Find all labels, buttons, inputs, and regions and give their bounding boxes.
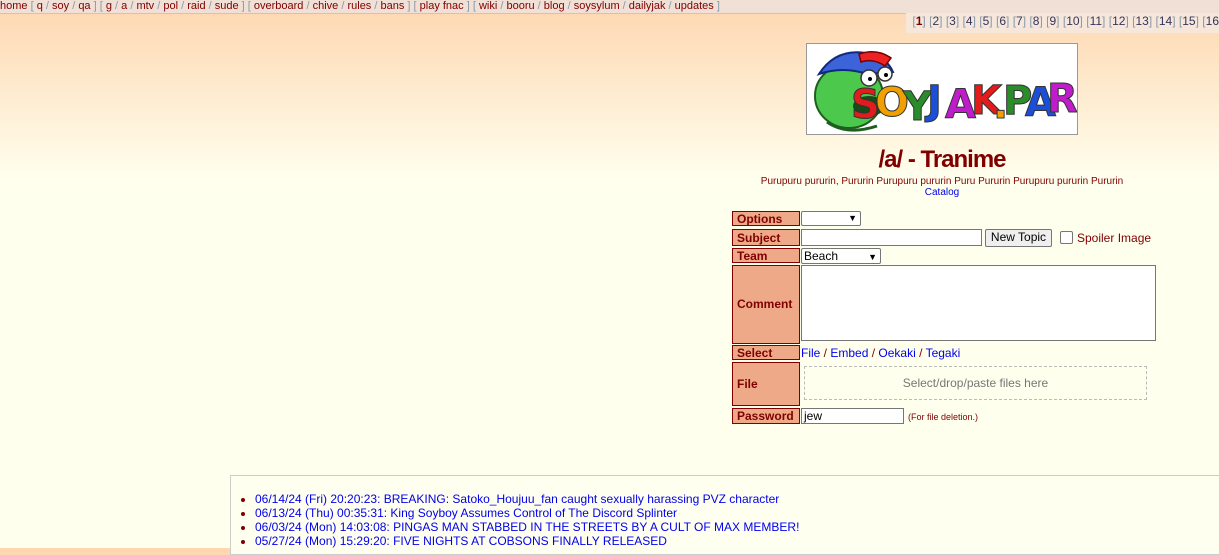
- chevron-down-icon: ▼: [848, 213, 857, 223]
- boardlist-link-soy[interactable]: soy: [52, 0, 69, 12]
- subject-label: Subject: [732, 229, 800, 246]
- embed-mode-link[interactable]: Embed: [830, 346, 868, 360]
- page-link[interactable]: 14: [1159, 14, 1172, 28]
- select-links: File / Embed / Oekaki / Tegaki: [801, 346, 961, 360]
- boardlist-link-booru[interactable]: booru: [506, 0, 534, 12]
- page-link[interactable]: 12: [1112, 14, 1125, 28]
- comment-label: Comment: [732, 265, 800, 344]
- news-link[interactable]: 05/27/24 (Mon) 15:29:20: FIVE NIGHTS AT …: [255, 534, 667, 548]
- news-link[interactable]: 06/13/24 (Thu) 00:35:31: King Soyboy Ass…: [255, 506, 677, 520]
- page-link[interactable]: 3: [949, 14, 956, 28]
- boardlist-link-overboard[interactable]: overboard: [254, 0, 304, 12]
- boardlist-link-updates[interactable]: updates: [675, 0, 714, 12]
- soyjak-party-logo: S O Y J A K . P A R: [814, 51, 1077, 132]
- board-subtitle: Purupuru pururin, Pururin Purupuru purur…: [760, 176, 1124, 187]
- spoiler-label: Spoiler Image: [1077, 231, 1152, 245]
- boardlist-link-pol[interactable]: pol: [163, 0, 178, 12]
- boardlist-link-sude[interactable]: sude: [215, 0, 239, 12]
- oekaki-mode-link[interactable]: Oekaki: [878, 346, 915, 360]
- boardlist-link-dailyjak[interactable]: dailyjak: [629, 0, 666, 12]
- page-link[interactable]: 11: [1090, 14, 1102, 28]
- file-label: File: [732, 362, 800, 406]
- password-input[interactable]: jew: [801, 408, 904, 424]
- boardlist-link-raid[interactable]: raid: [187, 0, 205, 12]
- options-label: Options: [732, 211, 800, 226]
- page-link[interactable]: 15: [1182, 14, 1195, 28]
- news-item: 05/27/24 (Mon) 15:29:20: FIVE NIGHTS AT …: [255, 534, 799, 548]
- boardlist: home [ q / soy / qa ] [ g / a / mtv / po…: [0, 0, 1219, 14]
- spoiler-checkbox[interactable]: [1060, 231, 1073, 244]
- team-label: Team: [732, 248, 800, 263]
- news-link[interactable]: 06/03/24 (Mon) 14:03:08: PINGAS MAN STAB…: [255, 520, 799, 534]
- boardlist-link-blog[interactable]: blog: [544, 0, 565, 12]
- team-select[interactable]: Beach ▼: [801, 248, 881, 264]
- news-item: 06/13/24 (Thu) 00:35:31: King Soyboy Ass…: [255, 506, 799, 520]
- comment-textarea[interactable]: [801, 265, 1156, 341]
- banner-letter: J: [924, 78, 942, 124]
- file-dropzone[interactable]: Select/drop/paste files here: [804, 366, 1147, 400]
- chevron-down-icon: ▼: [868, 252, 877, 262]
- boardlist-link-mtv[interactable]: mtv: [136, 0, 154, 12]
- boardlist-link-home[interactable]: home: [0, 0, 28, 12]
- tegaki-mode-link[interactable]: Tegaki: [926, 346, 961, 360]
- subject-input[interactable]: [801, 229, 982, 246]
- select-label: Select: [732, 345, 800, 360]
- options-select[interactable]: ▼: [801, 211, 861, 226]
- boardlist-link-wiki[interactable]: wiki: [479, 0, 497, 12]
- page-link[interactable]: 7: [1016, 14, 1023, 28]
- page-link[interactable]: 13: [1135, 14, 1148, 28]
- page-link[interactable]: 16: [1206, 14, 1219, 28]
- password-label: Password: [732, 408, 800, 424]
- boardlist-link-soysylum[interactable]: soysylum: [574, 0, 620, 12]
- page-link[interactable]: 6: [999, 14, 1006, 28]
- boardlist-link-qa[interactable]: qa: [78, 0, 90, 12]
- news-box: 06/14/24 (Fri) 20:20:23: BREAKING: Satok…: [230, 475, 1219, 555]
- board-banner[interactable]: S O Y J A K . P A R: [806, 43, 1078, 135]
- boardlist-link-chive[interactable]: chive: [313, 0, 339, 12]
- boardlist-link-play-fnac[interactable]: play fnac: [420, 0, 464, 12]
- boardlist-link-bans[interactable]: bans: [380, 0, 404, 12]
- board-title: /a/ - Tranime: [878, 146, 1006, 173]
- page-list: [1] [2] [3] [4] [5] [6] [7] [8] [9] [10]…: [906, 13, 1219, 33]
- new-topic-button[interactable]: New Topic: [985, 229, 1052, 247]
- news-item: 06/14/24 (Fri) 20:20:23: BREAKING: Satok…: [255, 492, 799, 506]
- news-list: 06/14/24 (Fri) 20:20:23: BREAKING: Satok…: [231, 492, 799, 548]
- banner-letter: R: [1047, 76, 1077, 122]
- boardlist-link-rules[interactable]: rules: [347, 0, 371, 12]
- page-link[interactable]: 4: [966, 14, 973, 28]
- catalog-link[interactable]: Catalog: [925, 187, 959, 198]
- password-note: (For file deletion.): [908, 412, 979, 422]
- news-link[interactable]: 06/14/24 (Fri) 20:20:23: BREAKING: Satok…: [255, 492, 779, 506]
- news-item: 06/03/24 (Mon) 14:03:08: PINGAS MAN STAB…: [255, 520, 799, 534]
- page-link[interactable]: 10: [1066, 14, 1079, 28]
- file-mode-link[interactable]: File: [801, 346, 820, 360]
